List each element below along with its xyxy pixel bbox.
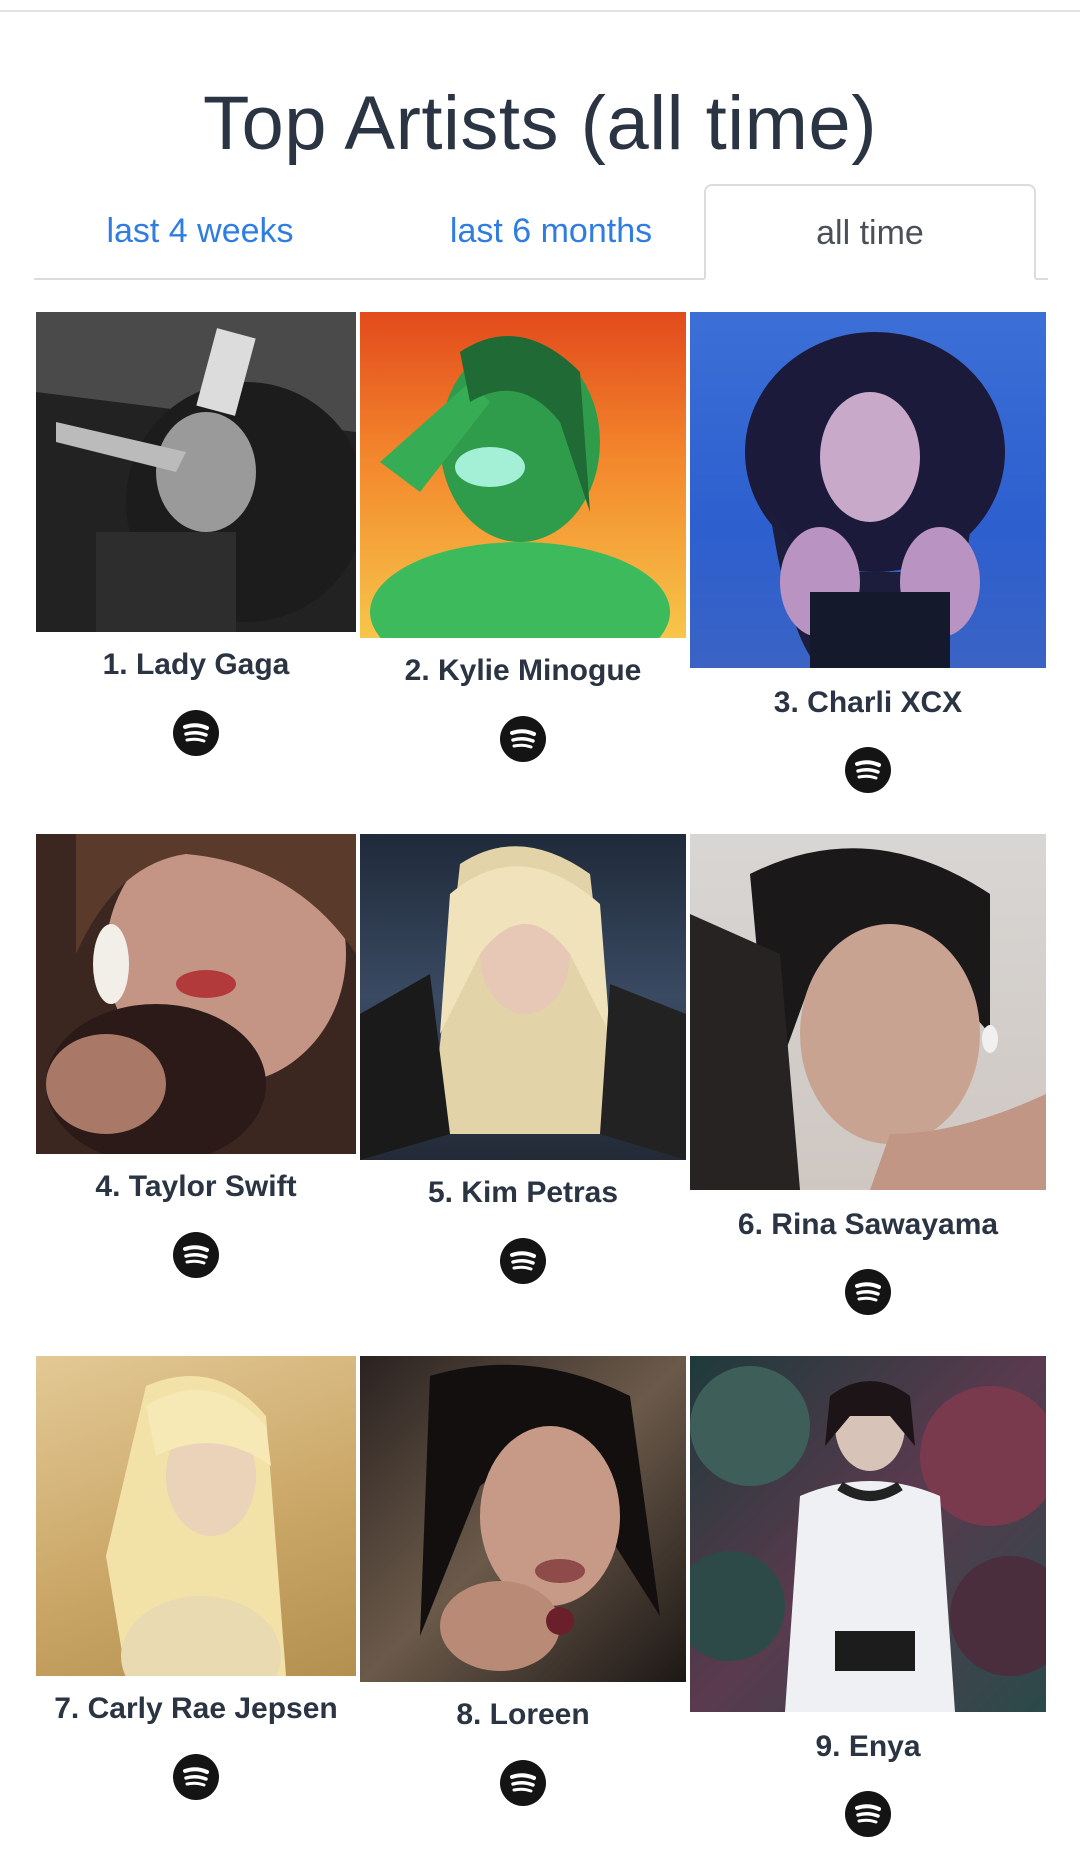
artist-name[interactable]: 9. Enya (670, 1730, 1066, 1764)
spotify-icon (855, 760, 881, 780)
top-divider (0, 0, 1080, 12)
time-range-tabs: last 4 weeks last 6 months all time (34, 184, 1048, 280)
artist-name[interactable]: 6. Rina Sawayama (670, 1208, 1066, 1242)
artist-photo-art (360, 846, 686, 1160)
spotify-button[interactable] (173, 710, 219, 756)
artist-photo[interactable] (690, 1356, 1046, 1712)
artist-card: 3. Charli XCX (690, 312, 1046, 812)
artist-photo[interactable] (360, 1356, 686, 1682)
artist-name[interactable]: 8. Loreen (340, 1698, 706, 1732)
spotify-button[interactable] (500, 1238, 546, 1284)
spotify-icon (855, 1804, 881, 1824)
artist-card: 2. Kylie Minogue (360, 312, 686, 782)
tab-all-time[interactable]: all time (704, 184, 1036, 280)
spotify-icon (183, 723, 209, 743)
spotify-icon (510, 729, 536, 749)
artist-name[interactable]: 3. Charli XCX (670, 686, 1066, 720)
page-title: Top Artists (all time) (202, 81, 878, 166)
tab-last-6-months[interactable]: last 6 months (366, 184, 736, 278)
artist-photo[interactable] (360, 834, 686, 1160)
artist-card: 6. Rina Sawayama (690, 834, 1046, 1334)
artist-name[interactable]: 7. Carly Rae Jepsen (16, 1692, 376, 1726)
artist-photo-art (36, 834, 356, 1154)
artist-photo-art (690, 848, 1046, 1190)
artist-name[interactable]: 5. Kim Petras (340, 1176, 706, 1210)
artist-card: 1. Lady Gaga (36, 312, 356, 782)
artist-photo-art (420, 1364, 660, 1671)
spotify-button[interactable] (845, 747, 891, 793)
artist-name[interactable]: 2. Kylie Minogue (340, 654, 706, 688)
spotify-icon (183, 1767, 209, 1787)
artist-photo[interactable] (36, 1356, 356, 1676)
spotify-icon (510, 1773, 536, 1793)
artist-card: 7. Carly Rae Jepsen (36, 1356, 356, 1826)
artist-photo[interactable] (690, 834, 1046, 1190)
artist-photo-art (36, 312, 356, 632)
spotify-icon (183, 1245, 209, 1265)
artist-photo-art (106, 1376, 286, 1676)
spotify-button[interactable] (845, 1269, 891, 1315)
artist-card: 9. Enya (690, 1356, 1046, 1856)
spotify-button[interactable] (500, 716, 546, 762)
tab-last-4-weeks[interactable]: last 4 weeks (34, 184, 366, 278)
artist-card: 5. Kim Petras (360, 834, 686, 1304)
spotify-button[interactable] (500, 1760, 546, 1806)
spotify-button[interactable] (845, 1791, 891, 1837)
artist-photo-art (370, 336, 670, 638)
artist-photo-art (745, 332, 1005, 668)
artist-photo-art (690, 1366, 1046, 1712)
artist-card: 8. Loreen (360, 1356, 686, 1826)
artist-card: 4. Taylor Swift (36, 834, 356, 1304)
artist-name[interactable]: 1. Lady Gaga (16, 648, 376, 682)
spotify-icon (855, 1282, 881, 1302)
artist-photo[interactable] (36, 834, 356, 1154)
artist-photo[interactable] (360, 312, 686, 638)
artist-name[interactable]: 4. Taylor Swift (16, 1170, 376, 1204)
artist-photo[interactable] (36, 312, 356, 632)
spotify-button[interactable] (173, 1232, 219, 1278)
artist-photo[interactable] (690, 312, 1046, 668)
spotify-button[interactable] (173, 1754, 219, 1800)
spotify-icon (510, 1251, 536, 1271)
